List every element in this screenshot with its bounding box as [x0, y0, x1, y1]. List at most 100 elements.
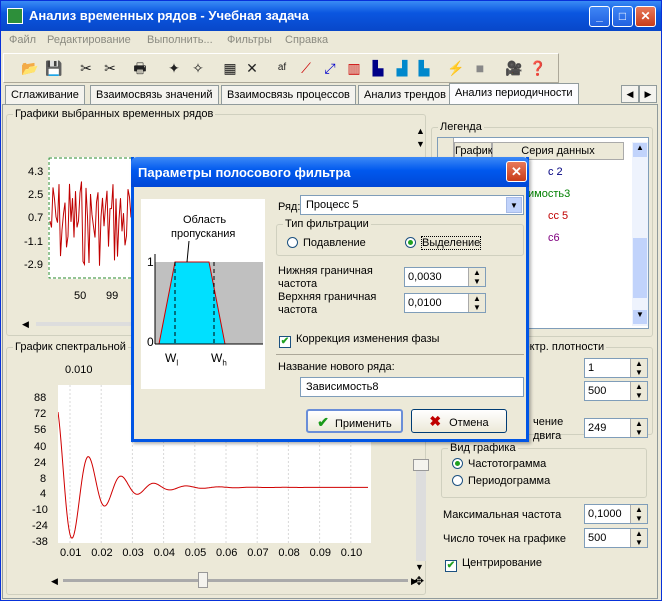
param1-spinner[interactable]: 1 ▲ ▼: [584, 358, 648, 378]
column-chart-icon[interactable]: ▟: [392, 58, 412, 78]
max-freq-updown-icon[interactable]: ▲ ▼: [630, 505, 647, 523]
title-bar: Анализ временных рядов - Учебная задача …: [1, 1, 661, 31]
legend-row-1[interactable]: с 2: [548, 166, 563, 178]
legend-scroll-thumb[interactable]: [633, 238, 647, 298]
series-line: [49, 181, 135, 267]
chart-wizard-icon[interactable]: ✧: [188, 58, 208, 78]
spec-y-m10: -10: [32, 504, 48, 516]
phase-correction-checkbox[interactable]: ✔ Коррекция изменения фазы: [279, 333, 439, 348]
help-icon[interactable]: ❓: [528, 58, 548, 78]
cancel-button[interactable]: ✖ Отмена: [411, 409, 507, 433]
points-updown-icon[interactable]: ▲ ▼: [630, 529, 647, 547]
delete-icon[interactable]: ✕: [242, 58, 262, 78]
scissors-icon[interactable]: ✂: [100, 58, 120, 78]
spec-y-24: 24: [34, 457, 47, 469]
spec-y-72: 72: [34, 408, 47, 420]
filter-type-title: Тип фильтрации: [283, 218, 371, 230]
spec-hscroll-track[interactable]: [63, 579, 408, 582]
spec-scroll-left[interactable]: ◀: [51, 576, 58, 587]
spec-vscroll-track[interactable]: [416, 461, 426, 561]
scroll-down-arrow[interactable]: ▼: [416, 139, 425, 149]
step-chart-icon[interactable]: ▙: [414, 58, 434, 78]
spec-vscroll-thumb[interactable]: [413, 459, 429, 471]
param1-updown-icon[interactable]: ▲ ▼: [630, 359, 647, 377]
series-select[interactable]: Процесс 5 ▼: [300, 195, 524, 215]
legend-row-3[interactable]: сс 5: [548, 210, 568, 222]
menu-file[interactable]: Файл: [9, 34, 36, 46]
cut-series-icon[interactable]: ✂: [76, 58, 96, 78]
dialog-close-button[interactable]: ✕: [506, 161, 527, 182]
series-label: Ряд:: [278, 201, 301, 213]
move-icon[interactable]: ✥: [414, 574, 424, 588]
shift-label-2: двига: [533, 430, 562, 442]
spectrum-top-value: 0.010: [65, 364, 93, 376]
center-checkbox[interactable]: ✔ Центрирование: [445, 557, 542, 572]
legend-row-2[interactable]: имость3: [528, 188, 570, 200]
menu-filters[interactable]: Фильтры: [227, 34, 272, 46]
x-tick-1: 50: [74, 290, 87, 302]
print-icon[interactable]: 🖶: [130, 58, 150, 78]
radio-periodogram[interactable]: Периодограмма: [452, 475, 550, 487]
tab-smoothing[interactable]: Сглаживание: [5, 85, 85, 105]
legend-vscroll[interactable]: ▲ ▼: [632, 142, 648, 326]
spectrum-x-tick: 0.01: [60, 547, 82, 559]
stop-icon[interactable]: ■: [470, 58, 490, 78]
camera-icon[interactable]: 🎥: [504, 58, 524, 78]
diagram-zero: 0: [147, 335, 154, 349]
series-plot-title: Графики выбранных временных рядов: [13, 108, 216, 120]
new-name-input[interactable]: Зависимость8: [300, 377, 524, 397]
upper-freq-label-2: частота: [278, 304, 318, 316]
spectrum-x-tick: 0.07: [247, 547, 269, 559]
maximize-button[interactable]: □: [612, 6, 633, 27]
spec-scroll-down[interactable]: ▼: [415, 562, 424, 572]
menu-run[interactable]: Выполнить...: [147, 34, 213, 46]
lower-freq-updown-icon[interactable]: ▲ ▼: [468, 268, 485, 286]
close-button[interactable]: ✕: [635, 6, 656, 27]
param2-updown-icon[interactable]: ▲ ▼: [630, 382, 647, 400]
scroll-up-arrow[interactable]: ▲: [416, 126, 425, 136]
legend-scroll-down[interactable]: ▼: [633, 310, 647, 324]
upper-freq-updown-icon[interactable]: ▲ ▼: [468, 294, 485, 312]
apply-button[interactable]: ✔ Применить: [306, 409, 403, 433]
legend-scroll-up[interactable]: ▲: [633, 143, 647, 157]
tab-trend-analysis[interactable]: Анализ трендов: [358, 85, 452, 105]
series-hscroll[interactable]: [36, 322, 136, 326]
tab-periodicity[interactable]: Анализ периодичности: [449, 83, 579, 105]
lower-freq-spinner[interactable]: 0,0030 ▲ ▼: [404, 267, 486, 287]
tab-value-relation[interactable]: Взаимосвязь значений: [90, 85, 219, 105]
scatter-chart-icon[interactable]: ⤢: [320, 58, 340, 78]
scroll-left-arrow[interactable]: ◀: [22, 319, 29, 330]
radio-select[interactable]: Выделение: [405, 236, 482, 250]
legend-row-4[interactable]: с6: [548, 232, 560, 244]
table-icon[interactable]: ▦: [220, 58, 240, 78]
menu-help[interactable]: Справка: [285, 34, 328, 46]
function-icon[interactable]: af: [272, 58, 292, 78]
menu-edit[interactable]: Редактирование: [47, 34, 131, 46]
spec-y-m38: -38: [32, 536, 48, 548]
max-freq-spinner[interactable]: 0,1000 ▲ ▼: [584, 504, 648, 524]
tab-scroll-left[interactable]: ◀: [621, 85, 639, 103]
radio-frequency[interactable]: Частотограмма: [452, 458, 546, 470]
wizard-icon[interactable]: ✦: [164, 58, 184, 78]
spec-hscroll-thumb[interactable]: [198, 572, 208, 588]
save-icon[interactable]: 💾: [44, 58, 64, 78]
bar-chart-icon[interactable]: ▥: [344, 58, 364, 78]
param2-spinner[interactable]: 500 ▲ ▼: [584, 381, 648, 401]
points-spinner[interactable]: 500 ▲ ▼: [584, 528, 648, 548]
radio-suppress[interactable]: Подавление: [287, 237, 366, 249]
shift-updown-icon[interactable]: ▲ ▼: [630, 419, 647, 437]
minimize-button[interactable]: _: [589, 6, 610, 27]
histogram-icon[interactable]: ▙: [368, 58, 388, 78]
spectrum-title: График спектральной: [13, 341, 128, 353]
line-chart-icon[interactable]: ⟋: [296, 58, 316, 78]
chevron-down-icon[interactable]: ▼: [506, 197, 522, 213]
shift-spinner[interactable]: 249 ▲ ▼: [584, 418, 648, 438]
upper-freq-spinner[interactable]: 0,0100 ▲ ▼: [404, 293, 486, 313]
passband-diagram: Область пропускания 1 0 Wl Wh: [141, 199, 265, 389]
tab-process-relation[interactable]: Взаимосвязь процессов: [221, 85, 356, 105]
spectrum-x-tick: 0.03: [122, 547, 144, 559]
tab-scroll-right[interactable]: ▶: [639, 85, 657, 103]
lightning-icon[interactable]: ⚡: [446, 58, 466, 78]
diagram-wl: Wl: [165, 351, 179, 368]
open-icon[interactable]: 📂: [20, 58, 40, 78]
